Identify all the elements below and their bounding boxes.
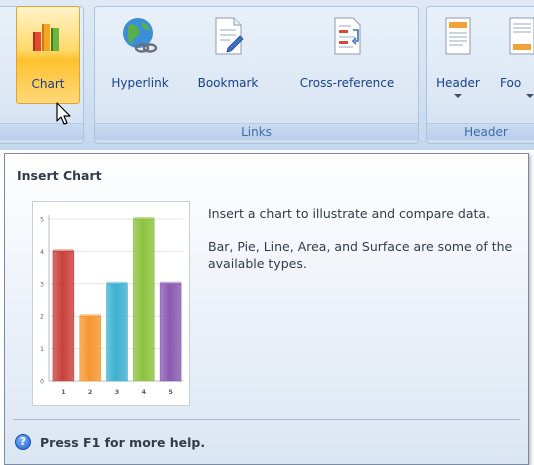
x-tick-label: 4	[142, 388, 147, 396]
x-tick-label: 2	[88, 388, 93, 396]
y-tick-label: 0	[40, 379, 44, 386]
bar-cap	[106, 281, 128, 285]
footer-button[interactable]: Foo	[500, 6, 534, 104]
insert-chart-tooltip: Insert Chart 0 1 2 3 4 5 1 2 3 4 5 Insert a chart …	[4, 153, 529, 465]
bar-chart: 0 1 2 3 4 5 1 2 3 4 5	[40, 215, 183, 396]
bar-cap	[79, 314, 101, 318]
mouse-cursor-icon	[56, 102, 71, 125]
y-tick-label: 2	[40, 314, 44, 321]
tooltip-description: Insert a chart to illustrate and compare…	[208, 205, 513, 288]
bar	[79, 315, 101, 382]
chart-icon	[30, 17, 66, 56]
y-tick-label: 5	[40, 217, 44, 224]
ribbon: Chart Links Hyperlink Bookmark Cross-ref…	[0, 0, 534, 150]
cross-reference-button-label: Cross-reference	[299, 76, 395, 90]
cross-reference-button[interactable]: Cross-reference	[280, 6, 414, 104]
bar-cap	[52, 249, 74, 253]
bar	[106, 283, 128, 382]
header-footer-group-label: Header	[427, 123, 534, 140]
links-group-label: Links	[95, 123, 418, 140]
x-tick-label: 5	[168, 388, 173, 396]
bar	[52, 251, 75, 382]
globe-link-icon	[120, 16, 160, 59]
y-tick-label: 4	[40, 249, 44, 256]
help-icon: ?	[15, 434, 31, 450]
bookmark-icon	[210, 16, 246, 59]
bar	[133, 218, 155, 382]
tooltip-description-line-2: Bar, Pie, Line, Area, and Surface are so…	[208, 239, 513, 271]
chart-preview: 0 1 2 3 4 5 1 2 3 4 5	[32, 201, 190, 406]
footer-icon	[507, 16, 534, 59]
bookmark-button[interactable]: Bookmark	[186, 6, 270, 104]
bar-cap	[133, 217, 155, 220]
x-tick-label: 1	[61, 388, 66, 396]
hyperlink-button-label: Hyperlink	[111, 76, 169, 90]
chart-button[interactable]: Chart	[16, 6, 80, 104]
help-text: Press F1 for more help.	[40, 434, 206, 450]
footer-button-label: Foo	[500, 76, 522, 90]
chevron-down-icon	[526, 94, 534, 98]
y-tick-label: 3	[40, 281, 44, 288]
chevron-down-icon	[454, 94, 462, 98]
bar	[159, 283, 182, 382]
bar-cap	[160, 281, 182, 285]
hyperlink-button[interactable]: Hyperlink	[98, 6, 182, 104]
help-link[interactable]: ? Press F1 for more help.	[15, 434, 205, 450]
header-button-label: Header	[436, 76, 480, 90]
bookmark-button-label: Bookmark	[197, 76, 259, 90]
header-button[interactable]: Header	[430, 6, 486, 104]
y-tick-label: 1	[40, 346, 44, 353]
x-tick-label: 3	[115, 388, 120, 396]
tooltip-description-line-1: Insert a chart to illustrate and compare…	[208, 206, 491, 221]
header-icon	[443, 16, 473, 59]
tooltip-divider	[13, 419, 520, 420]
tooltip-title: Insert Chart	[17, 168, 102, 183]
cross-reference-icon	[329, 16, 365, 59]
chart-button-label: Chart	[31, 77, 65, 91]
